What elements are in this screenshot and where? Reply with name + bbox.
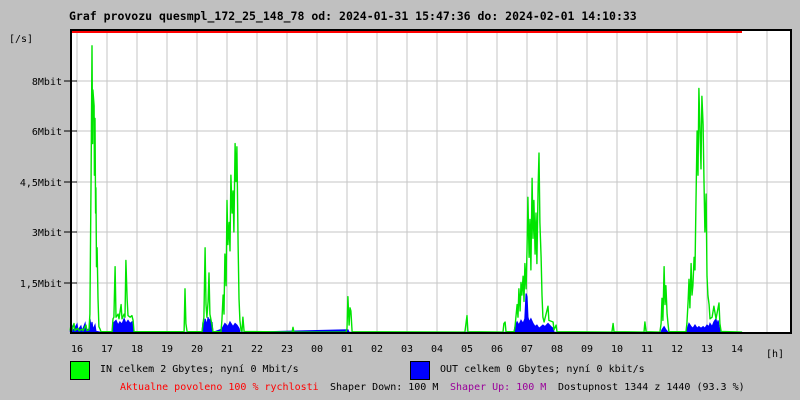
out-legend-label: OUT celkem 0 Gbytes; nyní 0 kbit/s — [440, 364, 645, 375]
svg-text:04: 04 — [431, 344, 443, 355]
svg-text:19: 19 — [161, 344, 173, 355]
svg-text:09: 09 — [581, 344, 593, 355]
svg-text:13: 13 — [701, 344, 713, 355]
allowed-speed-text: Aktualne povoleno 100 % rychlosti — [120, 382, 319, 393]
svg-text:23: 23 — [281, 344, 293, 355]
shaper-up-text: Shaper Up: 100 M — [450, 382, 547, 393]
svg-text:14: 14 — [731, 344, 743, 355]
svg-text:00: 00 — [311, 344, 323, 355]
svg-text:01: 01 — [341, 344, 353, 355]
svg-text:02: 02 — [371, 344, 383, 355]
svg-text:16: 16 — [71, 344, 83, 355]
svg-text:3Mbit: 3Mbit — [32, 228, 62, 239]
traffic-graph-page: Graf provozu quesmpl_172_25_148_78 od: 2… — [0, 0, 800, 400]
svg-text:22: 22 — [251, 344, 263, 355]
x-axis-unit-label: [h] — [766, 349, 785, 360]
svg-text:21: 21 — [221, 344, 233, 355]
svg-text:11: 11 — [641, 344, 653, 355]
svg-text:03: 03 — [401, 344, 413, 355]
svg-text:1,5Mbit: 1,5Mbit — [20, 279, 62, 290]
svg-text:12: 12 — [671, 344, 683, 355]
svg-text:08: 08 — [551, 344, 563, 355]
svg-text:05: 05 — [461, 344, 473, 355]
svg-text:8Mbit: 8Mbit — [32, 77, 62, 88]
svg-text:17: 17 — [101, 344, 113, 355]
svg-text:18: 18 — [131, 344, 143, 355]
shaper-down-text: Shaper Down: 100 M — [330, 382, 439, 393]
svg-text:6Mbit: 6Mbit — [32, 127, 62, 138]
svg-text:10: 10 — [611, 344, 623, 355]
svg-text:20: 20 — [191, 344, 203, 355]
in-legend-label: IN celkem 2 Gbytes; nyní 0 Mbit/s — [100, 364, 299, 375]
traffic-chart: 1,5Mbit 3Mbit 4,5Mbit 6Mbit 8Mbit 16 17 18 19 20 2… — [20, 29, 792, 355]
in-legend-swatch — [70, 361, 90, 380]
svg-text:4,5Mbit: 4,5Mbit — [20, 178, 62, 189]
availability-text: Dostupnost 1344 z 1440 (93.3 %) — [558, 382, 745, 393]
svg-text:07: 07 — [521, 344, 533, 355]
svg-text:06: 06 — [491, 344, 503, 355]
out-legend-swatch — [410, 361, 430, 380]
